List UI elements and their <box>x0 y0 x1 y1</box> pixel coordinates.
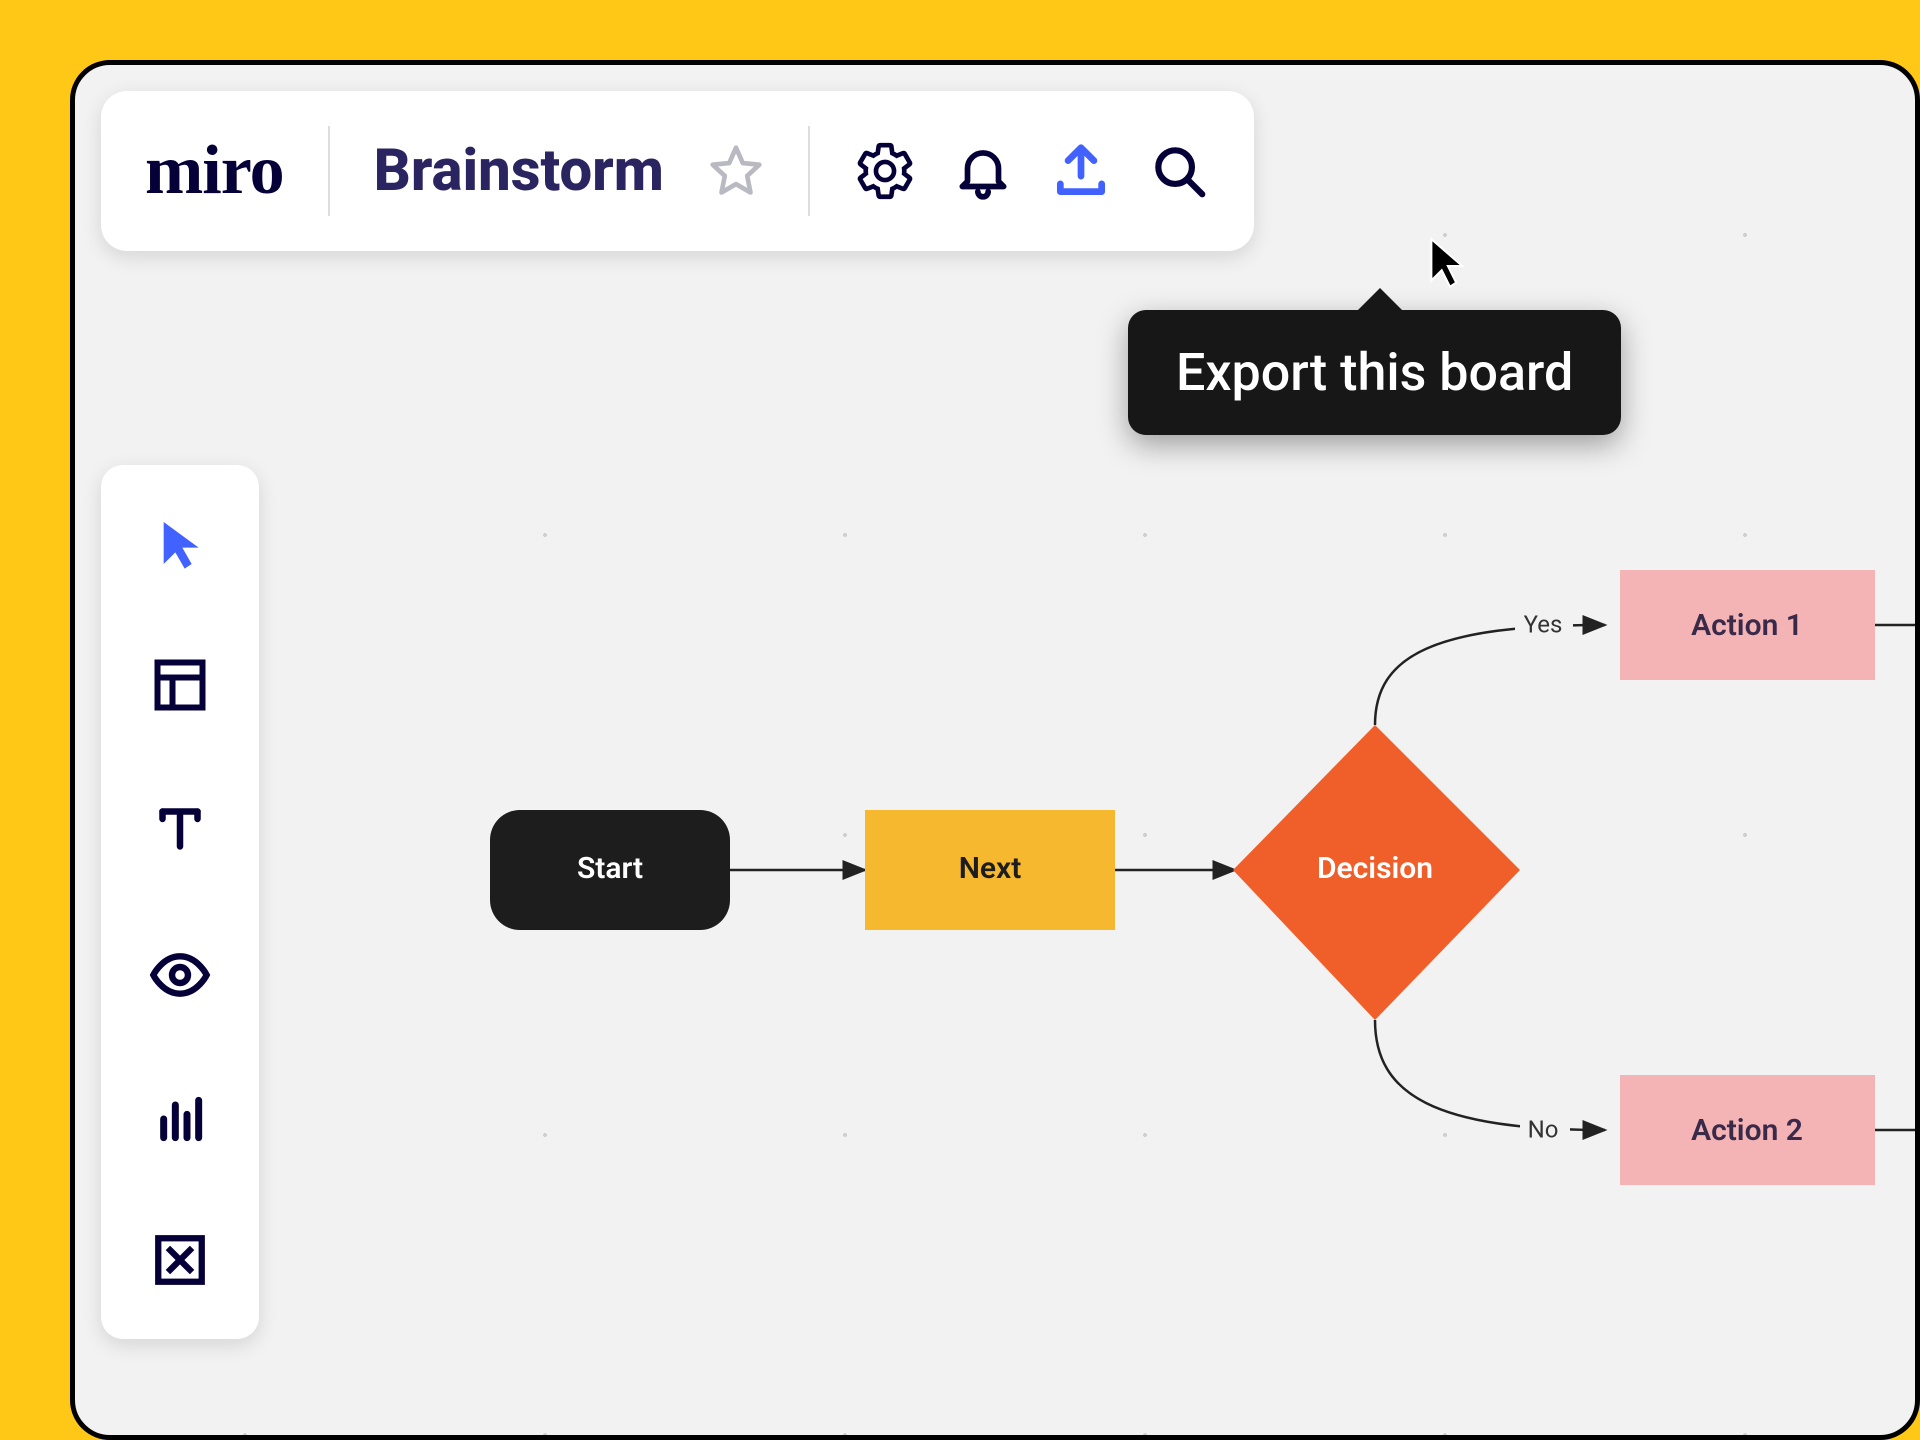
tool-view[interactable] <box>148 943 212 1007</box>
export-tooltip: Export this board <box>1128 310 1621 435</box>
flow-edge-yes-label: Yes <box>1524 610 1563 638</box>
flow-edge-yes[interactable] <box>1375 625 1605 725</box>
board-title[interactable]: Brainstorm <box>374 137 664 205</box>
divider <box>808 126 810 216</box>
bell-icon <box>952 140 1014 202</box>
divider <box>328 126 330 216</box>
x-box-icon <box>151 1231 209 1289</box>
tool-chart[interactable] <box>152 1091 208 1147</box>
gear-icon <box>854 140 916 202</box>
notifications-button[interactable] <box>952 140 1014 202</box>
text-icon <box>150 799 210 859</box>
tool-template[interactable] <box>150 655 210 715</box>
flow-node-action2[interactable]: Action 2 <box>1620 1075 1875 1185</box>
side-toolbar <box>101 465 259 1339</box>
tool-select[interactable] <box>152 515 208 571</box>
cursor-select-icon <box>152 515 208 571</box>
app-frame: Start Next Decision Yes Action 1 No <box>70 60 1920 1440</box>
tool-delete[interactable] <box>151 1231 209 1289</box>
search-button[interactable] <box>1148 140 1210 202</box>
flow-node-decision[interactable]: Decision <box>1233 725 1520 1020</box>
export-icon <box>1050 140 1112 202</box>
template-icon <box>150 655 210 715</box>
tool-text[interactable] <box>150 799 210 859</box>
flow-node-action1-label: Action 1 <box>1691 608 1803 643</box>
flow-node-action1[interactable]: Action 1 <box>1620 570 1875 680</box>
eye-icon <box>148 943 212 1007</box>
star-icon <box>708 143 764 199</box>
settings-button[interactable] <box>854 140 916 202</box>
flow-node-next[interactable]: Next <box>865 810 1115 930</box>
star-button[interactable] <box>708 143 764 199</box>
search-icon <box>1148 140 1210 202</box>
app-logo[interactable]: miro <box>145 131 284 211</box>
bar-chart-icon <box>152 1091 208 1147</box>
top-toolbar: miro Brainstorm <box>101 91 1254 251</box>
flow-node-start[interactable]: Start <box>490 810 730 930</box>
flow-edge-no[interactable] <box>1375 1020 1605 1130</box>
flow-node-next-label: Next <box>959 851 1022 886</box>
flow-node-start-label: Start <box>577 851 643 886</box>
flow-node-decision-label: Decision <box>1317 851 1433 886</box>
flow-node-action2-label: Action 2 <box>1691 1113 1803 1148</box>
flowchart-canvas[interactable]: Start Next Decision Yes Action 1 No <box>75 65 1915 1435</box>
export-button[interactable] <box>1050 140 1112 202</box>
flow-edge-no-label: No <box>1528 1115 1559 1143</box>
